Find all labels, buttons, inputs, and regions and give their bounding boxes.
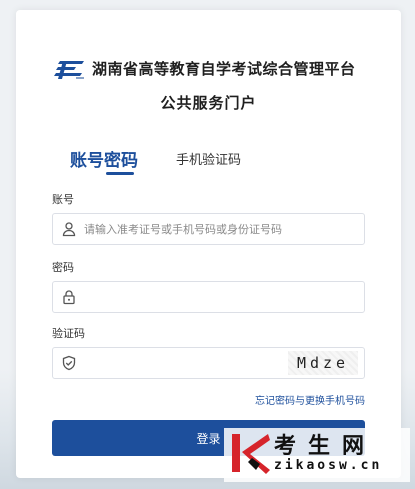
portal-subtitle: 公共服务门户: [160, 94, 257, 112]
login-card: 湖南省高等教育自学考试综合管理平台 公共服务门户 账号密码 手机验证码 账号 密…: [16, 10, 401, 478]
password-field[interactable]: [52, 281, 365, 313]
tab-account-password[interactable]: 账号密码: [70, 146, 138, 171]
brand-header: 湖南省高等教育自学考试综合管理平台: [54, 57, 356, 87]
lock-icon: [63, 290, 75, 305]
user-icon: [62, 222, 76, 237]
account-field[interactable]: [52, 213, 365, 245]
shield-check-icon: [62, 355, 76, 371]
watermark-name: 考生网: [274, 433, 377, 459]
site-watermark: 考生网 zikaosw.cn: [224, 428, 410, 482]
captcha-field[interactable]: Mdze: [52, 347, 365, 379]
platform-title: 湖南省高等教育自学考试综合管理平台: [92, 60, 356, 78]
watermark-k-logo-icon: [232, 434, 270, 474]
captcha-input[interactable]: [84, 348, 304, 378]
account-input[interactable]: [84, 214, 304, 244]
password-label: 密码: [52, 261, 74, 274]
forgot-password-link[interactable]: 忘记密码与更换手机号码: [255, 392, 365, 407]
password-input[interactable]: [84, 282, 304, 312]
exam-logo-icon: [54, 61, 84, 79]
account-label: 账号: [52, 193, 74, 206]
tab-sms-code[interactable]: 手机验证码: [176, 149, 241, 168]
watermark-url: zikaosw.cn: [274, 458, 383, 473]
captcha-image[interactable]: Mdze: [288, 351, 358, 375]
captcha-label: 验证码: [52, 327, 85, 340]
active-tab-indicator: [106, 172, 134, 175]
